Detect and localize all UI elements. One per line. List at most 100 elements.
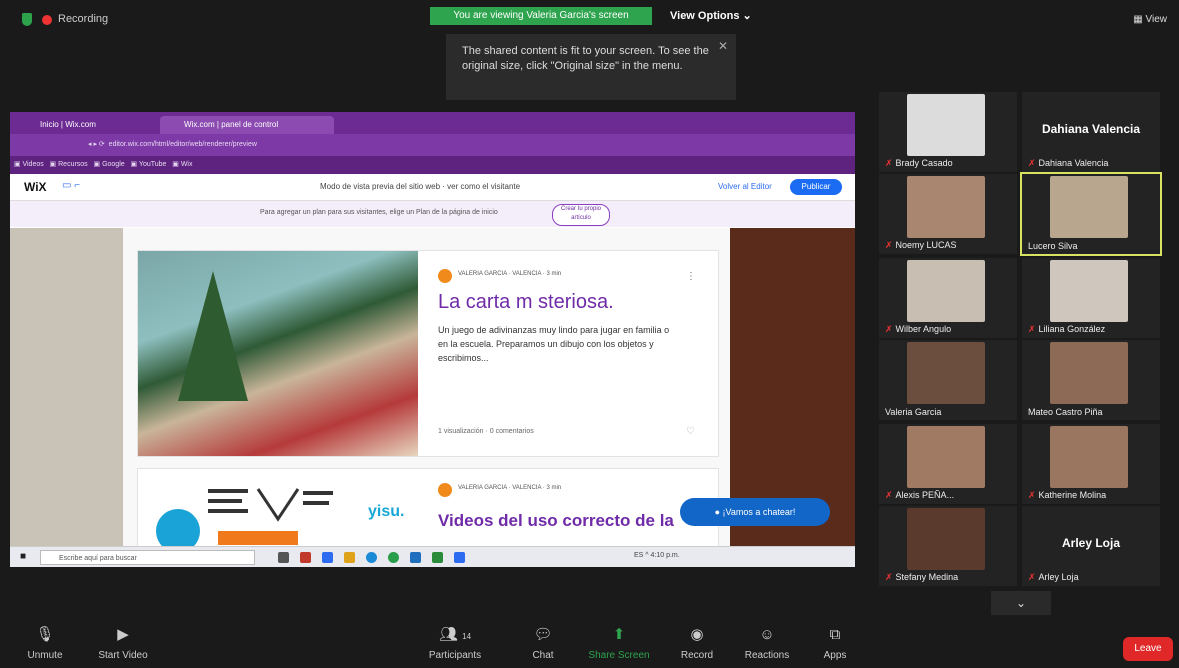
reactions-button[interactable]: ☺ Reactions [732,626,802,661]
mail-icon[interactable] [322,552,333,563]
app-icon[interactable] [300,552,311,563]
post-title[interactable]: Videos del uso correcto de la [438,511,674,531]
heart-icon[interactable]: ♡ [686,426,695,437]
muted-mic-icon: ✗ [885,324,893,334]
url-field[interactable]: ◂ ▸ ⟳ editor.wix.com/html/editor/web/ren… [88,139,648,151]
chrome-icon[interactable] [388,552,399,563]
more-options-icon[interactable]: ⋮ [686,271,696,282]
shared-screen[interactable]: Inicio | Wix.com Wix.com | panel de cont… [10,112,855,567]
share-screen-label: Share Screen [588,650,650,661]
bookmarks-bar: ▣ Videos ▣ Recursos ▣ Google ▣ YouTube ▣… [10,156,855,174]
tooltip-text: The shared content is fit to your screen… [462,45,709,72]
desktop-icon[interactable]: ▭ ⌐ [62,180,80,191]
recording-icon [42,15,52,25]
participant-name: Mateo Castro Piña [1028,407,1103,417]
publish-button[interactable]: Publicar [790,179,842,195]
participant-tile[interactable]: ✗ Wilber Angulo [879,258,1017,338]
close-icon[interactable]: ✕ [718,39,728,54]
participant-name-label: Dahiana Valencia [1038,158,1109,168]
recording-label[interactable]: Recording [58,13,108,25]
blog-feed: VALERIA GARCIA · VALENCIA · 3 min ⋮ La c… [123,228,730,553]
participant-name-label: Wilber Angulo [895,324,952,334]
grid-icon: ▦ [1133,14,1143,25]
blog-post-card[interactable]: VALERIA GARCIA · VALENCIA · 3 min ⋮ La c… [137,250,719,457]
blog-post-card[interactable]: yisu. VALERIA GARCIA · VALENCIA · 3 min … [137,468,719,553]
chat-icon: ● [714,507,723,517]
muted-mic-icon: ✗ [1028,572,1036,582]
chat-button-label: ¡Vamos a chatear! [722,507,796,517]
record-label: Record [680,650,714,661]
participant-name: ✗ Arley Loja [1028,572,1079,583]
system-tray[interactable]: ES ^ 4:10 p.m. [634,552,680,559]
view-options-label: View Options [670,10,740,22]
leave-button[interactable]: Leave [1123,637,1173,661]
view-button[interactable]: ▦ View [1133,14,1167,25]
participant-video [907,260,985,322]
excel-icon[interactable] [432,552,443,563]
muted-mic-icon: ✗ [885,490,893,500]
muted-mic-icon: ✗ [1028,158,1036,168]
view-options-menu[interactable]: View Options ⌄ [660,7,762,25]
participant-video [1050,342,1128,404]
participant-video [907,94,985,156]
participants-label: Participants [428,650,482,661]
participant-tile-active-speaker[interactable]: Lucero Silva [1020,172,1162,256]
participant-name: ✗ Alexis PEÑA... [885,490,954,501]
participant-tile[interactable]: ✗ Alexis PEÑA... [879,424,1017,504]
muted-mic-icon: ✗ [1028,490,1036,500]
post-excerpt: Un juego de adivinanzas muy lindo para j… [438,325,670,363]
windows-start-icon[interactable]: ■ [20,551,26,562]
windows-taskbar: ■ Escribe aquí para buscar ES ^ 4:10 p.m… [10,546,855,567]
participant-tile[interactable]: ✗ Brady Casado [879,92,1017,172]
next-page-chevron-icon[interactable]: ⌄ [991,591,1051,615]
participant-video [907,426,985,488]
participant-video [907,508,985,570]
record-button[interactable]: ◉ Record [662,626,732,661]
participant-name: Lucero Silva [1028,241,1078,251]
participant-video [907,342,985,404]
participant-tile[interactable]: ✗ Katherine Molina [1022,424,1160,504]
participant-name-label: Brady Casado [895,158,953,168]
participant-name: ✗ Noemy LUCAS [885,240,957,251]
back-to-editor-link[interactable]: Volver al Editor [718,182,772,191]
word-icon[interactable] [410,552,421,563]
participant-name-label: Noemy LUCAS [895,240,957,250]
participant-tile[interactable]: Valeria Garcia [879,340,1017,420]
participant-big-name: Dahiana Valencia [1041,122,1141,136]
participant-tile[interactable]: ✗ Stefany Medina [879,506,1017,586]
browser-tab-active[interactable]: Wix.com | panel de control [160,116,334,134]
zoom-icon[interactable] [454,552,465,563]
participant-tile[interactable]: Mateo Castro Piña [1022,340,1160,420]
yisu-logo: yisu. [368,503,405,520]
participant-tile[interactable]: Arley Loja ✗ Arley Loja [1022,506,1160,586]
wix-logo: WiX [24,180,47,194]
task-view-icon[interactable] [278,552,289,563]
participant-name-label: Liliana González [1038,324,1106,334]
unmute-button[interactable]: 🎙︎ Unmute [10,626,80,661]
microphone-muted-icon: 🎙︎ [35,626,55,643]
participants-button[interactable]: 👥︎ 14 Participants [420,626,490,661]
browser-tab-bar: Inicio | Wix.com Wix.com | panel de cont… [10,112,855,134]
folder-icon[interactable] [344,552,355,563]
security-shield-icon[interactable] [22,13,32,26]
participant-tile[interactable]: ✗ Noemy LUCAS [879,174,1017,254]
apps-button[interactable]: ⧉ Apps [800,626,870,661]
chevron-down-icon: ⌄ [742,10,752,22]
plan-strip-button[interactable]: Crear tu propio artículo [552,204,610,226]
taskbar-search-input[interactable]: Escribe aquí para buscar [40,550,255,565]
post-title[interactable]: La carta m steriosa. [438,291,614,314]
chat-button[interactable]: ● ¡Vamos a chatear! [680,498,830,526]
participant-name-label: Lucero Silva [1028,241,1078,251]
edge-icon[interactable] [366,552,377,563]
start-video-button[interactable]: ▶ Start Video [88,626,158,661]
share-screen-button[interactable]: ⬆ Share Screen [584,626,654,661]
apps-label: Apps [823,650,847,661]
participant-tile[interactable]: Dahiana Valencia ✗ Dahiana Valencia [1022,92,1160,172]
participant-name: ✗ Brady Casado [885,158,953,169]
participants-count: 14 [462,632,472,641]
chat-toolbar-button[interactable]: 💬︎ Chat [508,626,578,661]
browser-tab[interactable]: Inicio | Wix.com [16,116,180,134]
participant-tile[interactable]: ✗ Liliana González [1022,258,1160,338]
reactions-label: Reactions [744,650,790,661]
christmas-tree-image [178,271,248,401]
